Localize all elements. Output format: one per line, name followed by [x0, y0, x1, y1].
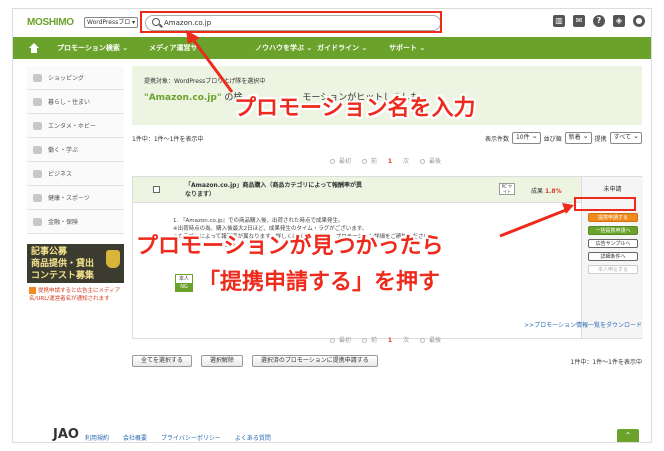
pager-next[interactable]: 次 [400, 337, 412, 344]
nav-promotion-search[interactable]: プロモーション検索 ⌄ [57, 37, 128, 59]
nav-media[interactable]: メディア運営サ [149, 37, 198, 59]
ad-sample-button[interactable]: 広告サンプルへ [588, 239, 638, 248]
apply-button[interactable]: 提携申請する [588, 213, 638, 222]
footer-links: 利用規約 会社概要 プライバシーポリシー よくある質問 [85, 433, 271, 442]
logo[interactable]: MOSHIMO [27, 17, 74, 28]
partner-select[interactable]: すべて [609, 131, 642, 144]
main-nav: プロモーション検索 ⌄ メディア運営サ ノウハウを学ぶ ⌄ ガイドライン ⌄ サ… [13, 37, 651, 59]
pager-bottom: 最初 前 1 次 最後 [132, 335, 642, 344]
apply-selected-button[interactable]: 選択済のプロモーションに提携申請する [251, 355, 378, 367]
user-icon[interactable]: ● [633, 15, 645, 27]
result-count: 1件中：1件～1件を表示中 [132, 136, 204, 143]
sidebar: ショッピング 暮らし・住まい エンタメ・ホビー 働く・学ぶ ビジネス 健康・スポ… [27, 66, 124, 303]
pager-top: 最初 前 1 次 最後 [132, 156, 642, 165]
annotation-found-line1: プロモーションが見つかったら [136, 234, 444, 259]
action-column: 提携申請する 一括提携申請へ 広告サンプルへ 詳細条件へ 本人申込する [581, 203, 643, 338]
count-select[interactable]: 10件 [511, 131, 541, 144]
footer: JAO 利用規約 会社概要 プライバシーポリシー よくある質問 ⌃ [13, 421, 651, 442]
pager-first[interactable]: 最初 [330, 337, 354, 344]
sidebar-item-work[interactable]: 働く・学ぶ [27, 138, 124, 162]
annotation-promo-name: プロモーション名を入力 [234, 96, 476, 121]
footer-link-terms[interactable]: 利用規約 [85, 433, 109, 442]
mail-icon[interactable]: ✉ [573, 15, 585, 27]
home-icon[interactable] [29, 43, 39, 53]
trophy-icon [106, 250, 120, 268]
sidebar-item-health[interactable]: 健康・スポーツ [27, 186, 124, 210]
order-select[interactable]: 新着 [564, 131, 592, 144]
pager-last[interactable]: 最後 [419, 337, 444, 344]
search-highlight-box [140, 11, 442, 33]
contest-banner[interactable]: 記事公募 商品提供・貸出 コンテスト募集 [27, 244, 124, 283]
pager-prev[interactable]: 前 [361, 158, 380, 165]
promotion-title[interactable]: 「Amazon.co.jp」商品購入（商品カテゴリによって報酬率が異なります） [185, 181, 365, 199]
promotion-row-header: 「Amazon.co.jp」商品購入（商品カテゴリによって報酬率が異なります） … [133, 177, 643, 203]
site-select-value: WordPressブロ [87, 19, 131, 26]
chevron-down-icon: ▾ [131, 19, 135, 26]
sidebar-item-living[interactable]: 暮らし・住まい [27, 90, 124, 114]
pager-next[interactable]: 次 [400, 158, 412, 165]
footer-link-company[interactable]: 会社概要 [123, 433, 147, 442]
nav-guideline[interactable]: ガイドライン ⌄ [317, 37, 367, 59]
sidebar-note: 提携申請すると広告主にメディア名/URL/運営者名が通知されます [29, 287, 121, 302]
pager-current: 1 [387, 337, 393, 344]
device-badge: PC サイト [499, 183, 515, 195]
bulk-apply-button[interactable]: 一括提携申請へ [588, 226, 638, 235]
pager-prev[interactable]: 前 [361, 337, 380, 344]
apply-highlight-box [574, 197, 636, 211]
pager-first[interactable]: 最初 [330, 158, 354, 165]
pager-last[interactable]: 最後 [419, 158, 444, 165]
building-icon [33, 169, 42, 178]
sidebar-item-shopping[interactable]: ショッピング [27, 66, 124, 90]
pager-current: 1 [387, 158, 393, 165]
footer-link-faq[interactable]: よくある質問 [235, 433, 271, 442]
honin-ng-badge: 本人 NG [175, 274, 193, 292]
row-checkbox[interactable] [153, 186, 160, 193]
briefcase-icon [33, 145, 42, 154]
site-select[interactable]: WordPressブロ ▾ [84, 17, 138, 28]
help-icon[interactable]: ? [593, 15, 605, 27]
shield-icon[interactable]: ◈ [613, 15, 625, 27]
jao-logo: JAO [53, 427, 79, 442]
cart-icon [33, 73, 42, 82]
sidebar-item-business[interactable]: ビジネス [27, 162, 124, 186]
select-all-button[interactable]: 全てを選択する [132, 355, 192, 367]
detail-button[interactable]: 詳細条件へ [588, 252, 638, 261]
heart-icon [33, 193, 42, 202]
header-icons: ▥ ✉ ? ◈ ● [553, 15, 645, 29]
result-controls: 1件中：1件～1件を表示中 表示件数 10件 並び順 新着 提携 すべて [132, 131, 642, 146]
target-media: 提携対象：WordPressブロり上げ隊を選択中 [144, 78, 266, 85]
coin-icon [33, 217, 42, 226]
deselect-button[interactable]: 選択解除 [200, 355, 243, 367]
self-apply-button: 本人申込する [588, 265, 638, 274]
sidebar-item-entertainment[interactable]: エンタメ・ホビー [27, 114, 124, 138]
warning-icon [29, 287, 36, 294]
house-icon [33, 97, 42, 106]
gamepad-icon [33, 121, 42, 130]
annotation-found-line2: 「提携申請する」を押す [198, 270, 441, 295]
footer-link-privacy[interactable]: プライバシーポリシー [161, 433, 221, 442]
nav-knowhow[interactable]: ノウハウを学ぶ ⌄ [255, 37, 312, 59]
download-link[interactable]: >>プロモーション情報一覧をダウンロード [524, 320, 642, 329]
nav-support[interactable]: サポート ⌄ [389, 37, 425, 59]
bulk-actions: 全てを選択する 選択解除 選択済のプロモーションに提携申請する [132, 355, 378, 367]
bottom-result-count: 1件中：1件～1件を表示中 [570, 359, 642, 366]
browser-page: MOSHIMO WordPressブロ ▾ Amazon.co.jp ▥ ✉ ?… [12, 8, 652, 443]
chart-icon[interactable]: ▥ [553, 15, 565, 27]
scroll-top-button[interactable]: ⌃ [617, 429, 639, 442]
sidebar-item-finance[interactable]: 金融・保険 [27, 210, 124, 234]
reward: 成果 1.8% [531, 188, 562, 195]
sort-controls: 表示件数 10件 並び順 新着 提携 すべて [485, 131, 642, 144]
